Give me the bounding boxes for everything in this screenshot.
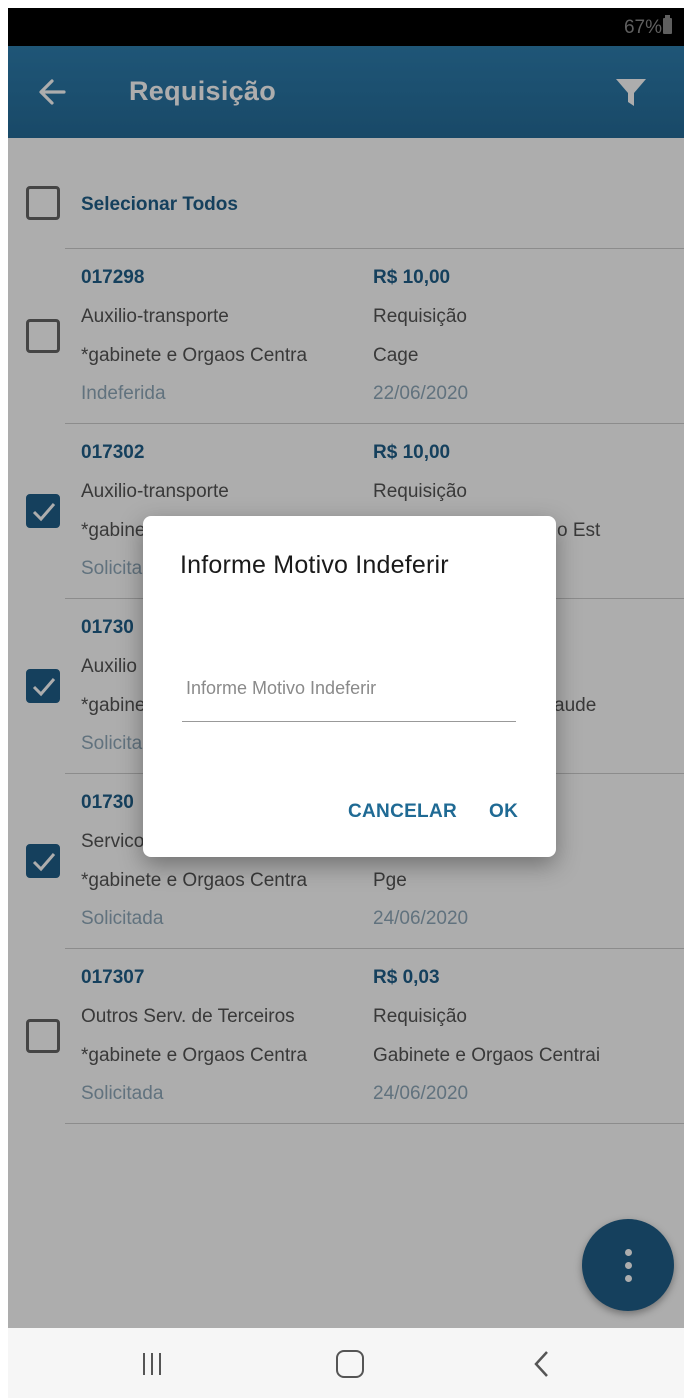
cancel-button[interactable]: CANCELAR (348, 801, 457, 823)
dialog-title: Informe Motivo Indeferir (180, 551, 449, 579)
reject-reason-input[interactable] (182, 656, 516, 722)
system-nav-bar (8, 1328, 684, 1398)
ok-button[interactable]: OK (489, 801, 518, 823)
recents-icon[interactable] (141, 1353, 163, 1375)
app-screen: 67% Requisição Selecionar Todos 017298 R… (8, 8, 684, 1398)
reject-reason-dialog: Informe Motivo Indeferir CANCELAR OK (143, 516, 556, 857)
nav-back-icon[interactable] (530, 1349, 554, 1379)
home-icon[interactable] (336, 1350, 364, 1378)
